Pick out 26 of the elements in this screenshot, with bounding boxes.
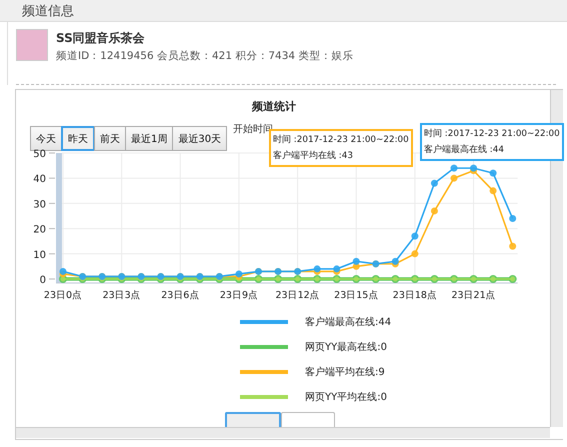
tooltip-value: 客户端平均在线 :43 — [273, 150, 354, 163]
x-axis-label: 23日18点 — [392, 290, 437, 301]
x-axis-label: 23日15点 — [334, 290, 378, 301]
legend-label: 客户端最高在线:44 — [305, 316, 392, 329]
legend-label: 客户端平均在线:9 — [305, 366, 385, 379]
y-axis-label: 40 — [33, 174, 46, 186]
channel-details: 频道ID：12419456 会员总数：421 积分：7434 类型：娱乐 — [56, 49, 354, 63]
y-axis-label: 20 — [33, 224, 46, 236]
x-axis-label: 23日9点 — [220, 290, 258, 301]
x-axis-label: 23日0点 — [44, 290, 82, 301]
channel-name: SS同盟音乐茶会 — [56, 30, 146, 47]
chart-title: 频道统计 — [250, 99, 297, 114]
tooltip-time: 时间 :2017-12-23 21:00~22:00 — [424, 128, 560, 141]
tooltip-time: 时间 :2017-12-23 21:00~22:00 — [273, 134, 409, 147]
legend-label: 网页YY平均在线:0 — [305, 390, 387, 404]
y-axis-label: 30 — [33, 199, 46, 210]
y-axis-label: 50 — [33, 149, 46, 160]
y-axis-label: 0 — [40, 275, 46, 286]
y-axis-label: 10 — [33, 250, 46, 261]
x-axis-label: 23日3点 — [102, 290, 141, 301]
x-axis-label: 23日21点 — [451, 290, 496, 301]
section-title: 频道信息 — [22, 4, 74, 19]
legend-label: 网页YY最高在线:0 — [305, 340, 387, 354]
tooltip-value: 客户端最高在线 :44 — [424, 144, 505, 157]
x-axis-label: 23日6点 — [161, 290, 200, 301]
x-axis-label: 23日12点 — [276, 290, 320, 301]
